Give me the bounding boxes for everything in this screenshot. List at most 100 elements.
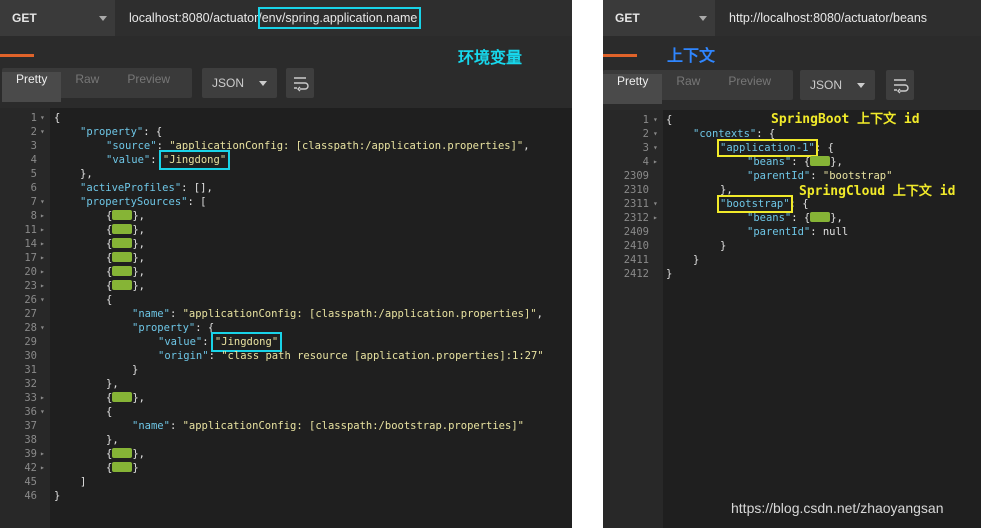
code-text: ] <box>80 475 86 489</box>
code-text: {}, <box>106 237 145 251</box>
json-punct: }, <box>720 184 733 196</box>
json-punct: }, <box>132 448 145 460</box>
line-number: 28 <box>24 322 37 334</box>
code-line: 46} <box>0 489 572 503</box>
code-line: 31} <box>0 363 572 377</box>
fold-toggle-icon[interactable]: ▾ <box>40 293 45 307</box>
line-number: 45 <box>24 476 37 488</box>
line-number: 14 <box>24 238 37 250</box>
fold-toggle-icon[interactable]: ▸ <box>40 209 45 223</box>
code-line: 33 ▸ {}, <box>0 391 572 405</box>
code-text: "origin": "class path resource [applicat… <box>158 349 544 363</box>
tab-raw[interactable]: Raw <box>662 74 714 104</box>
collapsed-object-icon[interactable] <box>112 280 133 290</box>
json-key: "beans" <box>747 212 792 224</box>
code-text: "propertySources": [ <box>80 195 206 209</box>
wrap-lines-button[interactable] <box>886 70 914 100</box>
collapsed-object-icon[interactable] <box>810 156 831 166</box>
json-punct: { <box>54 112 61 124</box>
tab-pretty[interactable]: Pretty <box>2 72 62 102</box>
fold-toggle-icon[interactable]: ▾ <box>653 197 658 211</box>
collapsed-object-icon[interactable] <box>112 266 133 276</box>
fold-toggle-icon[interactable]: ▾ <box>653 141 658 155</box>
fold-toggle-icon[interactable]: ▸ <box>40 279 45 293</box>
tab-raw[interactable]: Raw <box>61 72 113 102</box>
json-punct: }, <box>80 168 93 180</box>
json-punct: }, <box>132 266 145 278</box>
tab-preview[interactable]: Preview <box>113 72 184 102</box>
json-punct: { <box>106 406 113 418</box>
fold-toggle-icon[interactable]: ▾ <box>653 127 658 141</box>
json-punct: , <box>278 336 285 348</box>
line-number: 3 <box>30 140 37 152</box>
collapsed-object-icon[interactable] <box>112 224 133 234</box>
fold-toggle-icon[interactable]: ▸ <box>40 237 45 251</box>
fold-toggle-icon[interactable]: ▾ <box>653 113 658 127</box>
code-text: "source": "applicationConfig: [classpath… <box>106 139 530 153</box>
chevron-down-icon <box>699 16 707 21</box>
json-punct: : <box>208 350 222 362</box>
fold-toggle-icon[interactable]: ▾ <box>40 195 45 209</box>
line-number: 23 <box>24 280 37 292</box>
code-text: "beans": {}, <box>747 155 843 169</box>
code-text: {}, <box>106 265 145 279</box>
collapsed-object-icon[interactable] <box>112 210 133 220</box>
annotation-springboot: SpringBoot 上下文 id <box>771 112 920 127</box>
response-body[interactable]: 1 ▾{2 ▾ "property": {3 "source": "applicatio… <box>0 108 572 528</box>
code-line: 5}, <box>0 167 572 181</box>
line-number: 39 <box>24 448 37 460</box>
line-number: 36 <box>24 406 37 418</box>
json-punct: : { <box>143 126 163 138</box>
wrap-lines-button[interactable] <box>286 68 314 98</box>
collapsed-object-icon[interactable] <box>810 212 831 222</box>
fold-toggle-icon[interactable]: ▸ <box>40 223 45 237</box>
url-input[interactable]: localhost:8080/actuator/env/spring.appli… <box>115 0 572 36</box>
tab-pretty[interactable]: Pretty <box>603 74 663 104</box>
http-method-select[interactable]: GET <box>0 0 115 36</box>
fold-toggle-icon[interactable]: ▸ <box>653 211 658 225</box>
fold-toggle-icon[interactable]: ▾ <box>40 321 45 335</box>
code-text: {}, <box>106 209 145 223</box>
line-number: 2411 <box>623 254 649 266</box>
json-key: "contexts" <box>693 128 757 140</box>
code-line: 11 ▸ {}, <box>0 223 572 237</box>
fold-toggle-icon[interactable]: ▸ <box>40 447 45 461</box>
line-number: 4 <box>642 156 649 168</box>
fold-toggle-icon[interactable]: ▸ <box>40 461 45 475</box>
tab-preview[interactable]: Preview <box>714 74 785 104</box>
json-string: "applicationConfig: [classpath:/applicat… <box>169 140 524 152</box>
line-number: 2410 <box>623 240 649 252</box>
fold-toggle-icon[interactable]: ▾ <box>40 405 45 419</box>
code-line: 2412} <box>603 267 981 281</box>
fold-toggle-icon[interactable]: ▸ <box>40 391 45 405</box>
http-method-select[interactable]: GET <box>603 0 715 36</box>
collapsed-object-icon[interactable] <box>112 462 133 472</box>
json-key: "application-1" <box>717 139 818 157</box>
view-mode-tabs: Pretty Raw Preview <box>2 68 192 102</box>
format-select[interactable]: JSON <box>202 68 277 98</box>
line-number: 46 <box>24 490 37 502</box>
collapsed-object-icon[interactable] <box>112 448 133 458</box>
url-input[interactable]: http://localhost:8080/actuator/beans <box>715 0 981 36</box>
format-label: JSON <box>212 76 245 90</box>
collapsed-object-icon[interactable] <box>112 238 133 248</box>
response-body[interactable]: 1 ▾{2 ▾ "contexts": {3 ▾ "application-1": {4 ▸… <box>603 110 981 528</box>
code-text: } <box>132 363 138 377</box>
active-tab-indicator <box>0 54 34 57</box>
fold-toggle-icon[interactable]: ▸ <box>653 155 658 169</box>
line-number: 27 <box>24 308 37 320</box>
fold-toggle-icon[interactable]: ▾ <box>40 111 45 125</box>
collapsed-object-icon[interactable] <box>112 252 133 262</box>
code-line: 4 ▸ "beans": {}, <box>603 155 981 169</box>
line-number: 2 <box>30 126 37 138</box>
code-line: 20 ▸ {}, <box>0 265 572 279</box>
fold-toggle-icon[interactable]: ▾ <box>40 125 45 139</box>
fold-toggle-icon[interactable]: ▸ <box>40 265 45 279</box>
fold-toggle-icon[interactable]: ▸ <box>40 251 45 265</box>
collapsed-object-icon[interactable] <box>112 392 133 402</box>
json-punct: } <box>720 240 727 252</box>
code-line: 17 ▸ {}, <box>0 251 572 265</box>
format-select[interactable]: JSON <box>800 70 875 100</box>
right-request-panel: GET http://localhost:8080/actuator/beans… <box>603 0 981 528</box>
code-line: 6 "activeProfiles": [], <box>0 181 572 195</box>
